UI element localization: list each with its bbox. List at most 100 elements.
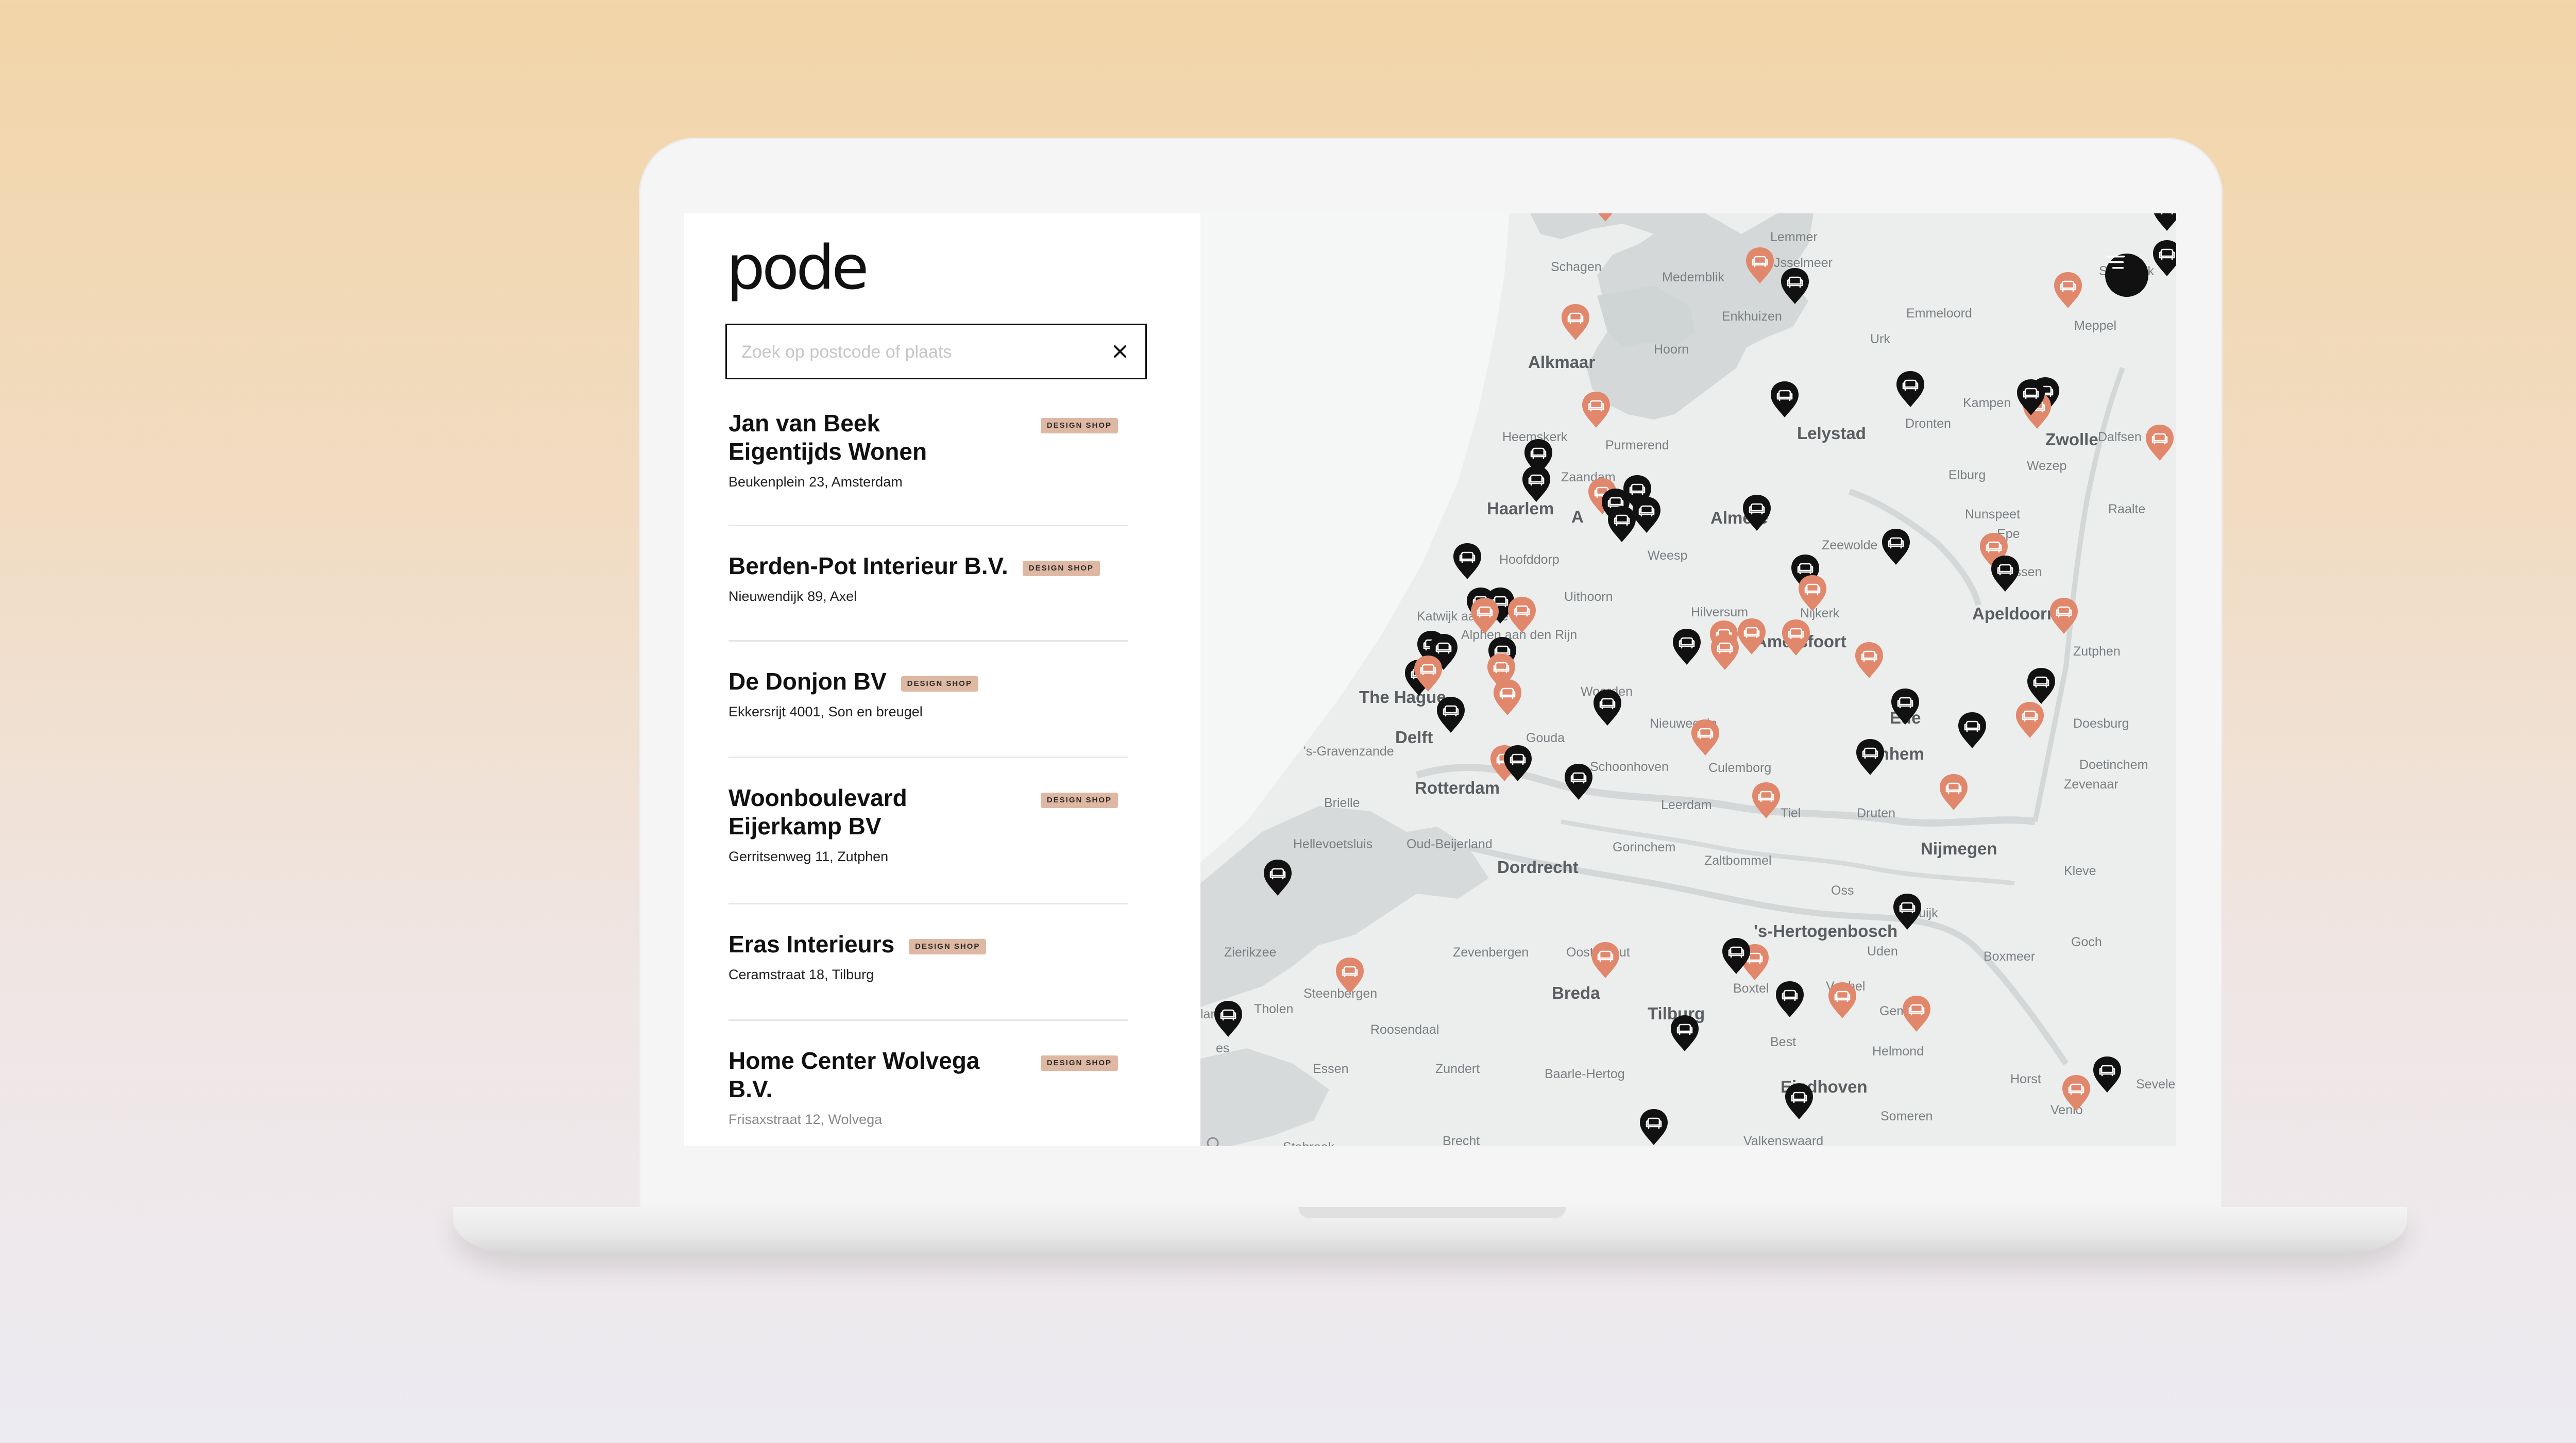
store-marker[interactable]	[2015, 701, 2045, 739]
store-marker[interactable]	[1902, 995, 1931, 1033]
store-marker[interactable]	[1690, 718, 1720, 757]
store-marker[interactable]	[1855, 738, 1885, 776]
map-label-zutphen: Zutphen	[2073, 644, 2121, 659]
store-marker[interactable]	[1213, 1000, 1243, 1038]
store-marker[interactable]	[1798, 574, 1827, 612]
store-marker[interactable]	[1670, 1014, 1700, 1052]
store-marker[interactable]	[1721, 937, 1751, 975]
map-label-brecht: Brecht	[1443, 1134, 1480, 1146]
store-marker[interactable]	[1564, 763, 1594, 801]
shop-list-item[interactable]: De Donjon BV DESIGN SHOP Ekkersrijt 4001,…	[728, 642, 1128, 758]
sofa-icon	[1504, 745, 1532, 781]
shop-list-item[interactable]: Jan van Beek Eigentijds Wonen DESIGN SHO…	[728, 409, 1128, 526]
store-marker[interactable]	[1990, 555, 2020, 593]
store-marker[interactable]	[1827, 981, 1857, 1019]
shop-list-item[interactable]: Berden-Pot Interieur B.V. DESIGN SHOP Nie…	[728, 526, 1128, 642]
store-marker[interactable]	[2049, 597, 2079, 635]
store-marker[interactable]	[1881, 528, 1911, 566]
store-marker[interactable]	[1590, 213, 1620, 223]
store-marker[interactable]	[1939, 773, 1969, 811]
store-marker[interactable]	[1780, 267, 1810, 305]
store-marker[interactable]	[1590, 941, 1620, 979]
app-screen: pode Jan van Beek Eigentijds Wonen DESIG…	[684, 213, 2176, 1146]
store-marker[interactable]	[1710, 633, 1740, 671]
store-marker[interactable]	[1521, 465, 1551, 503]
store-marker[interactable]	[1770, 380, 1800, 418]
map-label-vlissingen-partial: es	[1216, 1041, 1230, 1055]
filter-button[interactable]	[2105, 254, 2148, 297]
store-marker[interactable]	[2152, 239, 2176, 277]
sofa-icon	[1691, 719, 1719, 756]
store-marker[interactable]	[1775, 980, 1805, 1018]
search-input[interactable]	[740, 325, 1098, 379]
sofa-icon	[1722, 938, 1750, 974]
store-marker[interactable]	[2061, 1074, 2091, 1112]
store-marker[interactable]	[1895, 370, 1925, 408]
store-marker[interactable]	[1632, 496, 1662, 534]
shop-name: Woonboulevard Eijerkamp BV	[728, 784, 907, 840]
store-marker[interactable]	[1854, 641, 1884, 679]
store-marker[interactable]	[1639, 1108, 1669, 1146]
store-marker[interactable]	[1507, 596, 1537, 634]
map-view[interactable]: LemmerSteenwijkSchagenMedemblikIJsselmee…	[1200, 213, 2176, 1146]
store-marker[interactable]	[1781, 618, 1811, 657]
store-marker[interactable]	[1890, 687, 1920, 726]
shop-address: Beukenplein 23, Amsterdam	[728, 474, 903, 490]
store-marker[interactable]	[1737, 617, 1767, 656]
store-marker[interactable]	[2053, 271, 2083, 309]
store-marker[interactable]	[1672, 628, 1702, 666]
close-icon[interactable]	[1106, 338, 1134, 365]
shop-name: Eras Interieurs	[728, 931, 895, 958]
map-label-weesp: Weesp	[1648, 548, 1688, 563]
sofa-icon	[1738, 618, 1766, 655]
store-marker[interactable]	[1581, 391, 1611, 429]
store-marker[interactable]	[1592, 689, 1622, 727]
shop-list-item[interactable]: Home Center Wolvega B.V. DESIGN SHOP Fri…	[728, 1021, 1128, 1145]
store-marker[interactable]	[1413, 655, 1443, 693]
store-marker[interactable]	[1493, 678, 1522, 716]
sofa-icon	[1856, 739, 1884, 775]
store-marker[interactable]	[1745, 246, 1775, 284]
sofa-icon	[1673, 629, 1701, 665]
store-marker[interactable]	[1263, 859, 1293, 897]
map-label-doesburg: Doesburg	[2073, 716, 2129, 731]
store-marker[interactable]	[1335, 957, 1365, 995]
shop-address: Frisaxstraat 12, Wolvega	[728, 1112, 883, 1127]
store-marker[interactable]	[2145, 424, 2175, 462]
store-marker[interactable]	[1751, 781, 1781, 819]
map-label-lemmer: Lemmer	[1770, 230, 1818, 244]
store-marker[interactable]	[2016, 378, 2046, 416]
store-marker[interactable]	[2026, 667, 2056, 705]
sofa-icon	[1336, 958, 1364, 994]
shop-list-item[interactable]: Eras Interieurs DESIGN SHOP Ceramstraat 1…	[728, 904, 1128, 1021]
shop-name: Home Center Wolvega B.V.	[728, 1047, 980, 1102]
map-label-zevenaar: Zevenaar	[2064, 777, 2119, 792]
store-marker[interactable]	[2152, 213, 2176, 232]
sofa-icon	[1782, 619, 1810, 656]
shop-address: Gerritsenweg 11, Zutphen	[728, 849, 889, 864]
brand-logo[interactable]: pode	[726, 237, 869, 298]
map-label-rotterdam: Rotterdam	[1415, 778, 1500, 797]
filter-icon	[2106, 256, 2125, 269]
store-marker[interactable]	[1784, 1082, 1814, 1120]
store-marker[interactable]	[2092, 1055, 2122, 1094]
store-marker[interactable]	[1452, 542, 1482, 580]
store-marker[interactable]	[1436, 696, 1466, 734]
shop-list-item[interactable]: Woonboulevard Eijerkamp BV DESIGN SHOP G…	[728, 758, 1128, 904]
store-marker[interactable]	[1561, 303, 1590, 341]
store-marker[interactable]	[1742, 494, 1772, 532]
store-marker[interactable]	[1503, 744, 1533, 782]
sofa-icon	[1855, 642, 1883, 678]
store-marker[interactable]	[1470, 597, 1500, 635]
shop-name: Jan van Beek Eigentijds Wonen	[728, 410, 927, 465]
shop-address: Ekkersrijt 4001, Son en breugel	[728, 704, 923, 719]
map-label-purmerend: Purmerend	[1605, 438, 1669, 452]
store-marker[interactable]	[1892, 893, 1922, 931]
sofa-icon	[2054, 272, 2082, 308]
map-label-oss: Oss	[1831, 883, 1854, 898]
store-marker[interactable]	[1957, 711, 1987, 749]
laptop-notch	[1298, 1207, 1566, 1218]
shop-name: De Donjon BV	[728, 668, 887, 695]
map-label-kampen: Kampen	[1963, 396, 2011, 410]
map-label-dordrecht: Dordrecht	[1497, 858, 1579, 877]
